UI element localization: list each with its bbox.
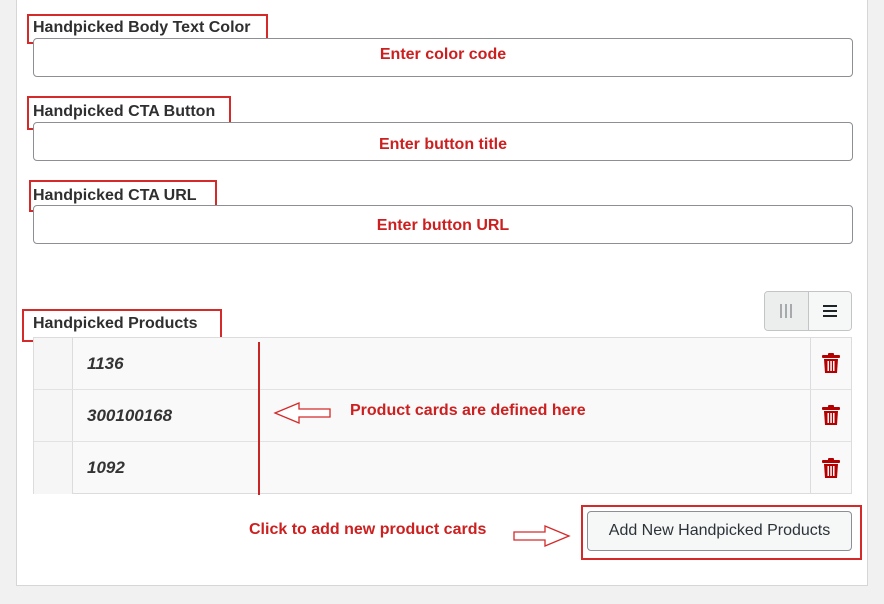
trash-icon <box>822 405 840 425</box>
delete-row-button[interactable] <box>810 442 851 494</box>
body-text-color-hint: Enter color code <box>379 45 507 63</box>
cta-url-input[interactable]: Enter button URL <box>33 205 853 244</box>
delete-row-button[interactable] <box>810 338 851 389</box>
grid-view-icon <box>780 304 793 318</box>
left-arrow-icon <box>273 402 331 424</box>
product-id: 1136 <box>87 353 124 373</box>
cta-url-label: Handpicked CTA URL <box>33 187 197 204</box>
body-text-color-label: Handpicked Body Text Color <box>33 19 251 36</box>
settings-panel <box>16 0 868 586</box>
product-id: 300100168 <box>87 405 173 425</box>
trash-icon <box>822 457 840 478</box>
cta-button-hint: Enter button title <box>379 135 507 153</box>
cta-button-label: Handpicked CTA Button <box>33 103 216 120</box>
grid-view-button[interactable] <box>765 292 809 330</box>
body-text-color-input[interactable]: Enter color code <box>33 38 853 77</box>
list-view-button[interactable] <box>808 292 851 330</box>
add-new-products-button[interactable]: Add New Handpicked Products <box>587 511 852 551</box>
annotation-divider-line <box>258 342 260 495</box>
cta-url-hint: Enter button URL <box>376 216 510 234</box>
right-arrow-icon <box>513 525 571 547</box>
product-id: 1092 <box>87 458 125 477</box>
table-row[interactable]: 1092 <box>34 442 851 494</box>
trash-icon <box>822 353 840 373</box>
table-row[interactable]: 1136 <box>34 338 851 390</box>
list-view-icon <box>822 305 837 317</box>
cta-button-input[interactable]: Enter button title <box>33 122 853 161</box>
row-drag-handle[interactable] <box>34 338 73 389</box>
delete-row-button[interactable] <box>810 390 851 441</box>
row-drag-handle[interactable] <box>34 442 73 494</box>
row-drag-handle[interactable] <box>34 390 73 441</box>
products-annotation: Product cards are defined here <box>350 402 586 419</box>
products-label: Handpicked Products <box>33 315 198 332</box>
view-toggle <box>764 291 852 331</box>
add-annotation: Click to add new product cards <box>249 521 487 538</box>
